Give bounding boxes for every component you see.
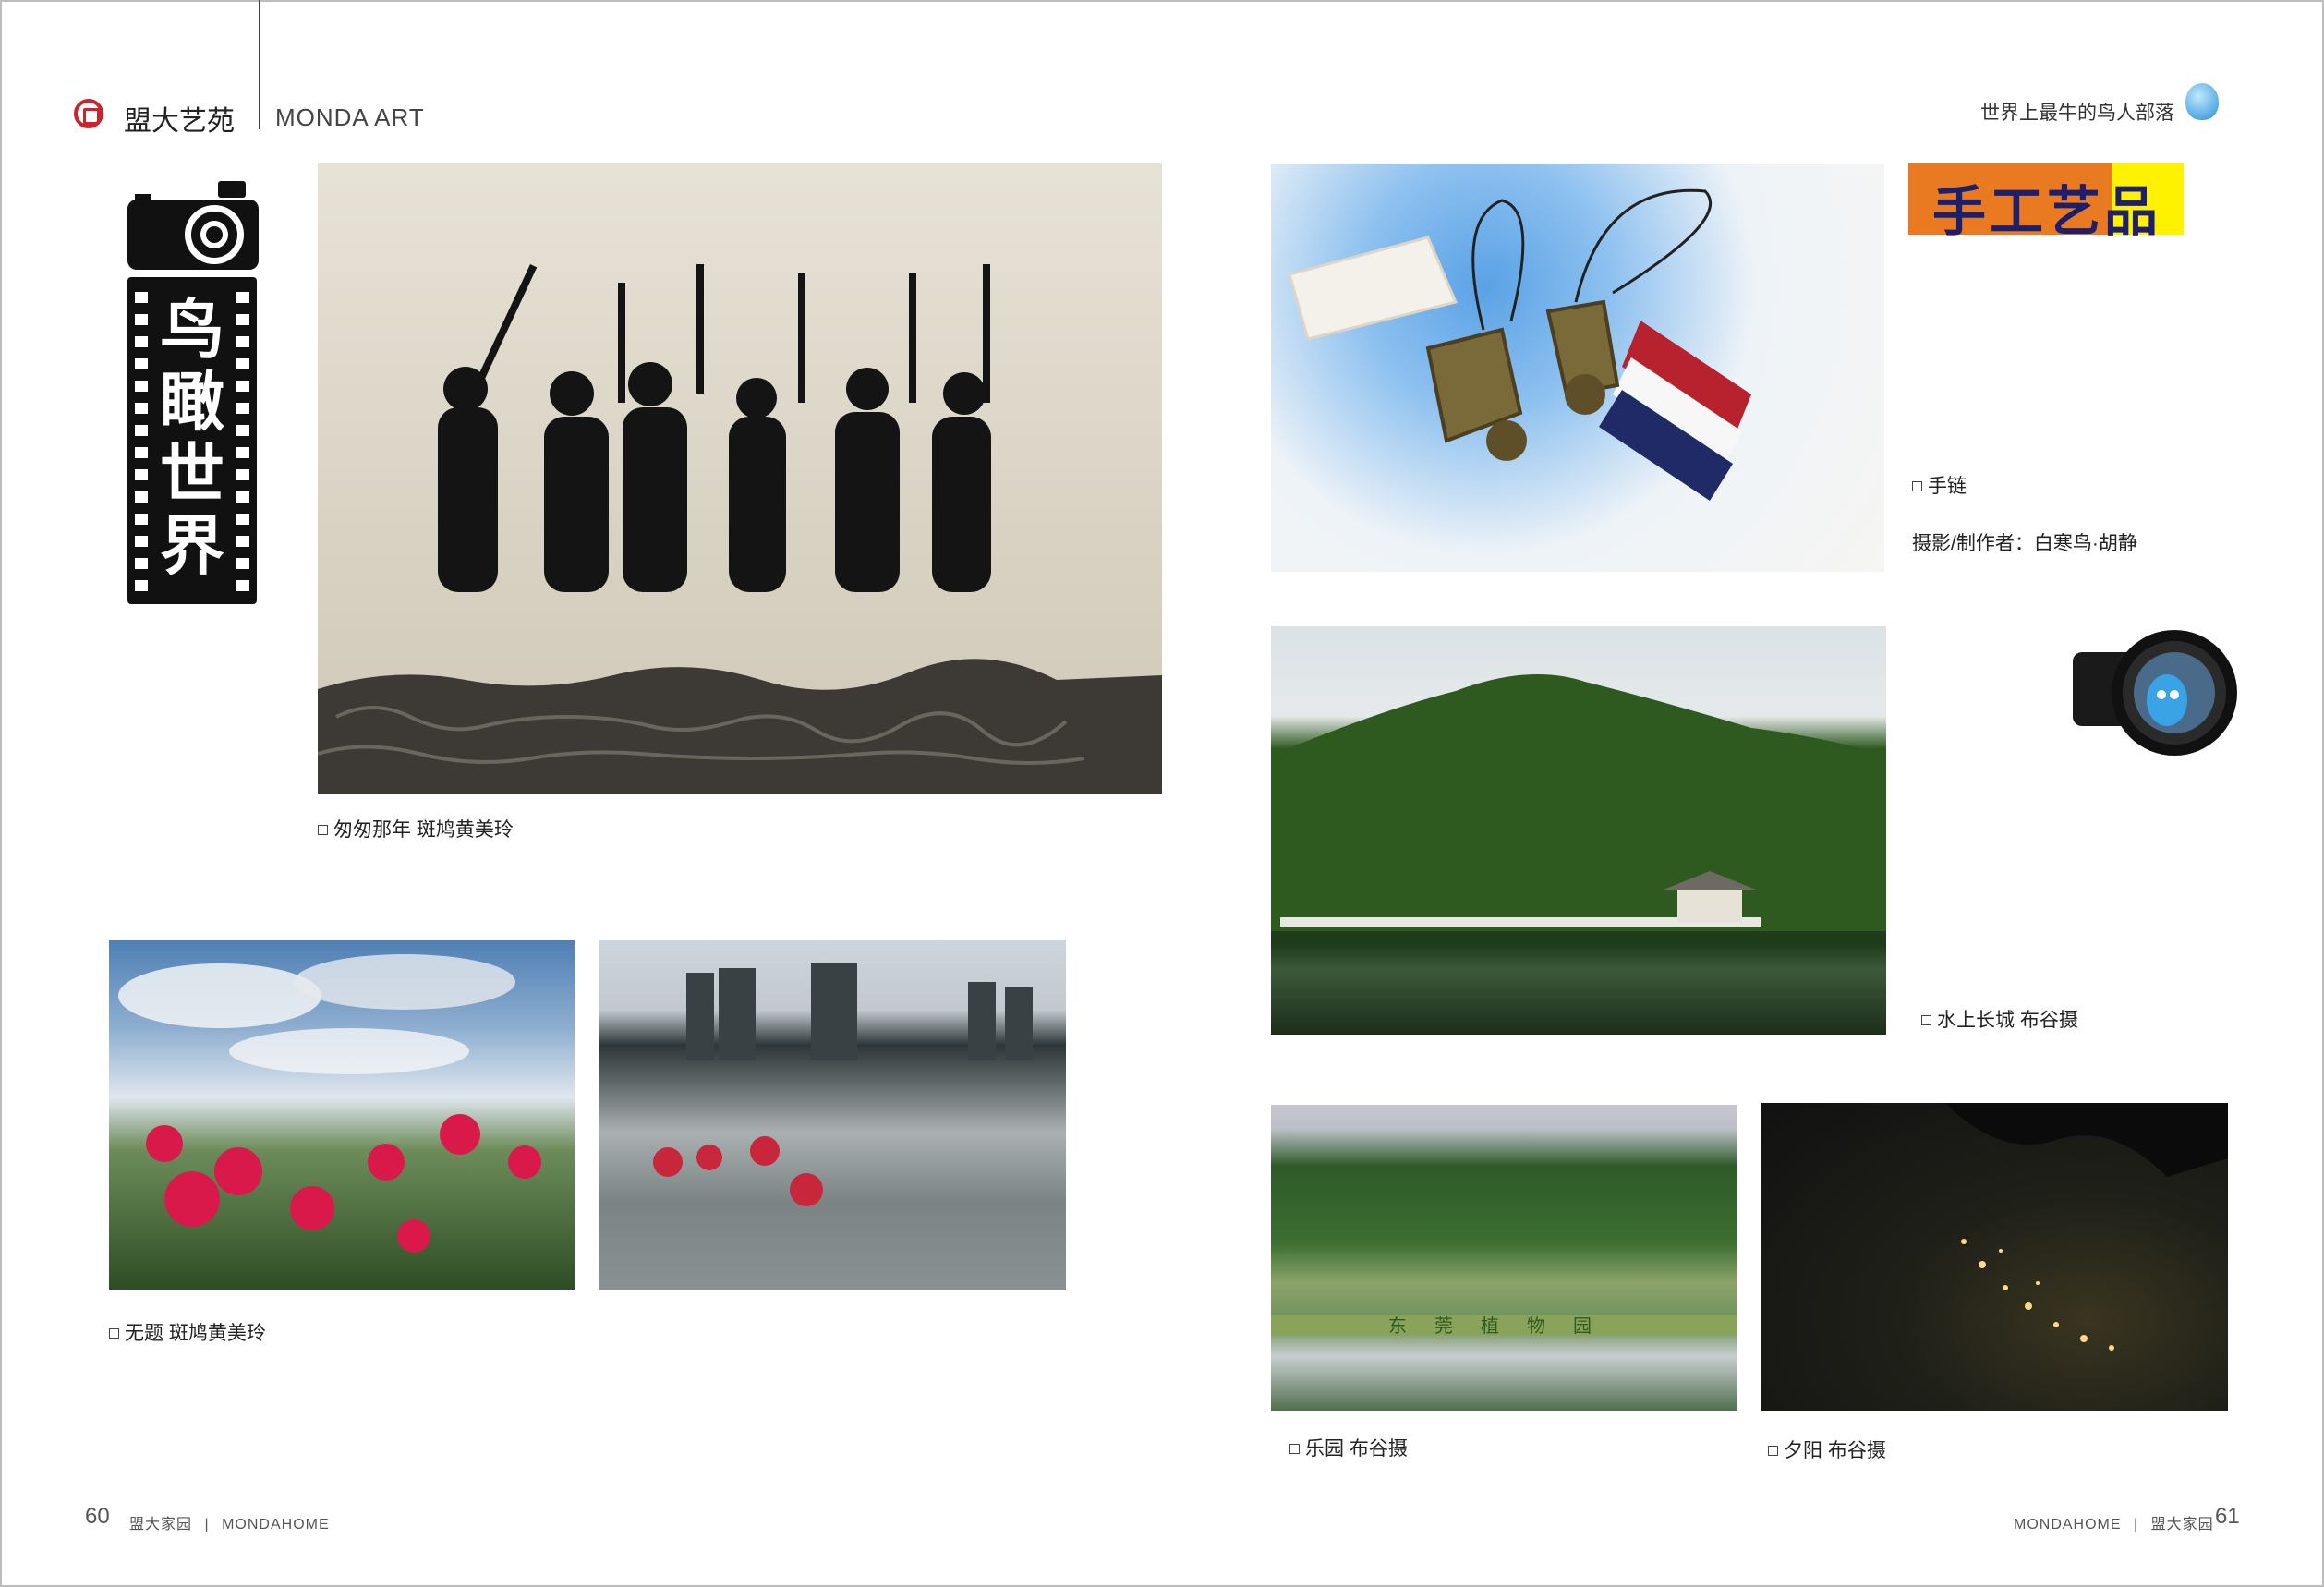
caption-sunset: 夕阳 布谷摄: [1768, 1436, 1886, 1463]
photo-river-sparkle: [599, 940, 1066, 1290]
caption-park: 乐园 布谷摄: [1289, 1434, 1408, 1461]
monda-logo-icon: [74, 99, 103, 128]
film-strip-title: 鸟瞰世界: [127, 277, 257, 604]
photo-lake-pavilion: [1271, 626, 1886, 1035]
caption-bracelet-credit: 摄影/制作者：白寒鸟·胡静: [1912, 533, 2137, 554]
silhouette-figures: [318, 264, 1162, 794]
left-footer: 盟大家园 | MONDAHOME: [129, 1517, 330, 1532]
section-title: 鸟瞰世界: [160, 294, 224, 582]
brand-chinese: 盟大艺苑: [124, 106, 235, 137]
camera-mascot-icon: [2073, 630, 2237, 756]
right-page-number: 61: [2215, 1504, 2240, 1529]
header-tagline: 世界上最牛的鸟人部落: [1980, 103, 2174, 124]
caption-sunset-text: 夕阳 布谷摄: [1784, 1440, 1886, 1461]
brand-english: MONDA ART: [275, 103, 425, 131]
photo-flowers-sky: [109, 940, 575, 1290]
caption-park-text: 乐园 布谷摄: [1305, 1438, 1408, 1460]
photo-botanical-park: 东莞植物园: [1271, 1105, 1737, 1411]
right-footer: MONDAHOME | 盟大家园: [2014, 1517, 2214, 1532]
photo-sunset-water: [1761, 1103, 2228, 1411]
bird-mascot-icon: [2185, 83, 2219, 120]
caption-flowers: 无题 斑鸠黄美玲: [109, 1318, 266, 1346]
caption-box-icon: [1921, 1015, 1931, 1025]
right-footer-brand-en: MONDAHOME: [2014, 1517, 2122, 1532]
caption-box-icon: [1289, 1444, 1300, 1454]
left-footer-brand-cn: 盟大家园: [129, 1517, 193, 1532]
caption-silhouette: 匆匆那年 斑鸠黄美玲: [318, 815, 514, 842]
caption-bracelet: 手链: [1912, 471, 1967, 499]
photo-bracelet: [1271, 164, 1884, 572]
park-sign-text: 东莞植物园: [1388, 1314, 1619, 1337]
flowers-illustration: [118, 954, 541, 1253]
lake-illustration: [1271, 674, 1886, 931]
sunset-illustration: [1945, 1103, 2228, 1351]
film-perforations-left: [135, 286, 148, 595]
left-footer-brand-en: MONDAHOME: [222, 1517, 330, 1532]
left-page-number: 60: [85, 1504, 110, 1529]
craft-title-text: 手工艺品: [1932, 182, 2162, 242]
photo-silhouette-friends: [318, 163, 1162, 794]
right-footer-brand-cn: 盟大家园: [2150, 1517, 2214, 1532]
caption-flowers-text: 无题 斑鸠黄美玲: [125, 1323, 266, 1344]
park-illustration: 东莞植物园: [1271, 1314, 1737, 1337]
caption-silhouette-text: 匆匆那年 斑鸠黄美玲: [333, 819, 514, 841]
caption-lake-text: 水上长城 布谷摄: [1937, 1010, 2078, 1031]
caption-box-icon: [318, 825, 328, 835]
caption-box-icon: [109, 1328, 119, 1339]
header-divider: [259, 0, 260, 129]
caption-box-icon: [1768, 1446, 1778, 1456]
caption-box-icon: [1912, 481, 1922, 491]
caption-bracelet-text: 手链: [1928, 476, 1967, 497]
craft-section-title: 手工艺品: [1908, 163, 2184, 242]
river-illustration: [653, 963, 1033, 1206]
film-perforations-right: [236, 286, 249, 595]
bracelet-illustration: [1288, 188, 1751, 501]
caption-lake: 水上长城 布谷摄: [1921, 1005, 2078, 1033]
camera-icon: [127, 181, 259, 270]
